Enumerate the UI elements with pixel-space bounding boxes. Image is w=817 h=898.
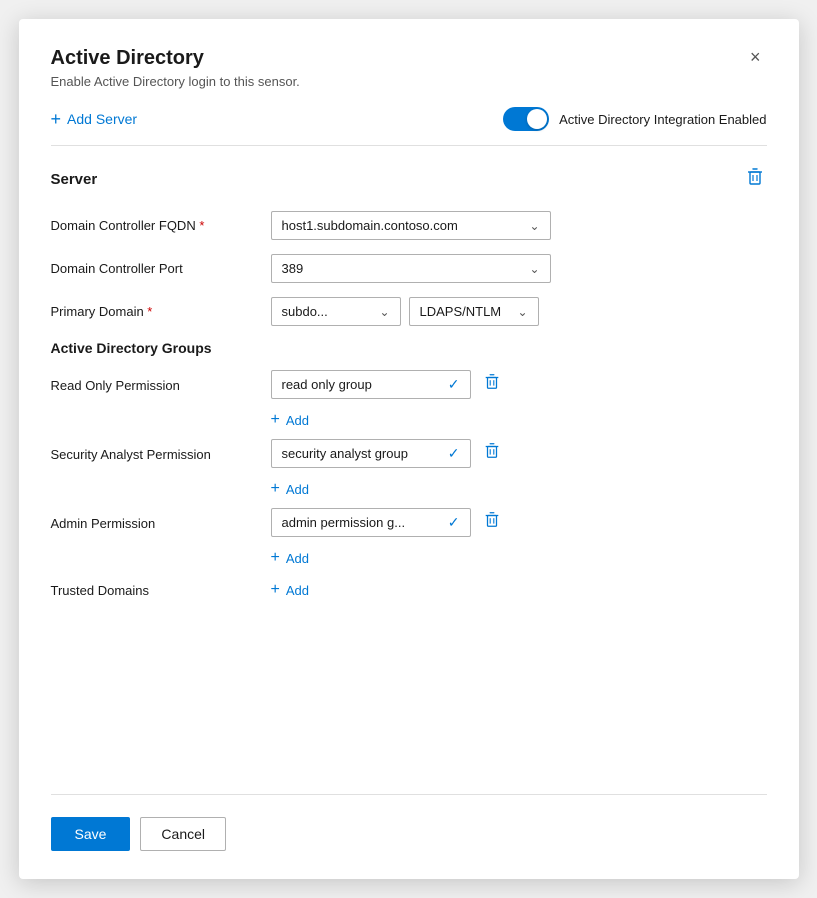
trash-icon: [483, 441, 501, 461]
add-trusted-domain-button[interactable]: + Add: [271, 577, 309, 603]
fqdn-label: Domain Controller FQDN: [51, 218, 271, 233]
auth-method-value: LDAPS/NTLM: [420, 304, 502, 319]
delete-server-button[interactable]: [743, 164, 767, 195]
add-security-analyst-label: Add: [286, 482, 309, 497]
add-security-analyst-group-button[interactable]: + Add: [271, 476, 767, 502]
active-directory-dialog: Active Directory Enable Active Directory…: [19, 19, 799, 879]
header-text: Active Directory Enable Active Directory…: [51, 47, 300, 89]
read-only-group-tag[interactable]: read only group ✓: [271, 370, 471, 399]
plus-icon: +: [51, 109, 62, 130]
add-icon: +: [271, 581, 280, 599]
fqdn-value: host1.subdomain.contoso.com: [282, 218, 458, 233]
trusted-domains-row: Trusted Domains + Add: [51, 577, 767, 603]
trash-icon: [483, 372, 501, 392]
delete-read-only-group-button[interactable]: [481, 370, 503, 399]
server-section-header: Server: [51, 164, 767, 195]
admin-group-tag[interactable]: admin permission g... ✓: [271, 508, 471, 537]
port-chevron: ⌄: [529, 262, 539, 276]
security-analyst-check-icon: ✓: [448, 445, 460, 462]
delete-security-analyst-group-button[interactable]: [481, 439, 503, 468]
primary-domain-label: Primary Domain: [51, 304, 271, 319]
primary-domain-chevron: ⌄: [379, 305, 389, 319]
trusted-domains-label: Trusted Domains: [51, 583, 271, 598]
auth-method-chevron: ⌄: [517, 305, 527, 319]
admin-group-row: admin permission g... ✓: [271, 508, 767, 537]
fqdn-chevron: ⌄: [529, 219, 539, 233]
admin-check-icon: ✓: [448, 514, 460, 531]
port-row: Domain Controller Port 389 ⌄: [51, 254, 767, 283]
toggle-area: Active Directory Integration Enabled: [503, 107, 766, 131]
primary-domain-select[interactable]: subdo... ⌄: [271, 297, 401, 326]
add-icon: +: [271, 411, 280, 429]
port-value: 389: [282, 261, 304, 276]
toggle-label: Active Directory Integration Enabled: [559, 112, 766, 127]
read-only-permission-label: Read Only Permission: [51, 370, 271, 393]
primary-domain-controls: subdo... ⌄ LDAPS/NTLM ⌄: [271, 297, 767, 326]
security-analyst-group-name: security analyst group: [282, 446, 408, 461]
cancel-button[interactable]: Cancel: [140, 817, 226, 851]
ad-groups-title: Active Directory Groups: [51, 340, 767, 356]
admin-group-name: admin permission g...: [282, 515, 406, 530]
read-only-permission-row: Read Only Permission read only group ✓: [51, 370, 767, 433]
footer: Save Cancel: [19, 795, 799, 879]
fqdn-select[interactable]: host1.subdomain.contoso.com ⌄: [271, 211, 551, 240]
read-only-group-row: read only group ✓: [271, 370, 767, 399]
server-title: Server: [51, 171, 98, 188]
content-area: Server Domain Controller FQDN host1.subd…: [19, 146, 799, 780]
admin-permission-controls: admin permission g... ✓ +: [271, 508, 767, 571]
add-server-button[interactable]: + Add Server: [51, 109, 138, 130]
security-analyst-permission-row: Security Analyst Permission security ana…: [51, 439, 767, 502]
dialog-subtitle: Enable Active Directory login to this se…: [51, 74, 300, 89]
add-admin-group-button[interactable]: + Add: [271, 545, 767, 571]
port-controls: 389 ⌄: [271, 254, 767, 283]
add-server-label: Add Server: [67, 111, 137, 127]
admin-permission-label: Admin Permission: [51, 508, 271, 531]
toggle-knob: [527, 109, 547, 129]
add-read-only-group-button[interactable]: + Add: [271, 407, 767, 433]
ad-integration-toggle[interactable]: [503, 107, 549, 131]
delete-admin-group-button[interactable]: [481, 508, 503, 537]
security-analyst-permission-controls: security analyst group ✓ +: [271, 439, 767, 502]
save-button[interactable]: Save: [51, 817, 131, 851]
add-icon: +: [271, 549, 280, 567]
close-button[interactable]: ×: [744, 45, 767, 70]
admin-permission-row: Admin Permission admin permission g... ✓: [51, 508, 767, 571]
toolbar: + Add Server Active Directory Integratio…: [19, 99, 799, 145]
add-admin-label: Add: [286, 551, 309, 566]
trash-icon: [483, 510, 501, 530]
security-analyst-group-tag[interactable]: security analyst group ✓: [271, 439, 471, 468]
add-read-only-label: Add: [286, 413, 309, 428]
read-only-group-name: read only group: [282, 377, 372, 392]
auth-method-select[interactable]: LDAPS/NTLM ⌄: [409, 297, 539, 326]
primary-domain-row: Primary Domain subdo... ⌄ LDAPS/NTLM ⌄: [51, 297, 767, 326]
primary-domain-value: subdo...: [282, 304, 328, 319]
add-trusted-domain-label: Add: [286, 583, 309, 598]
port-label: Domain Controller Port: [51, 261, 271, 276]
read-only-check-icon: ✓: [448, 376, 460, 393]
trash-icon: [745, 166, 765, 188]
dialog-header: Active Directory Enable Active Directory…: [19, 19, 799, 99]
security-analyst-group-row: security analyst group ✓: [271, 439, 767, 468]
fqdn-row: Domain Controller FQDN host1.subdomain.c…: [51, 211, 767, 240]
port-select[interactable]: 389 ⌄: [271, 254, 551, 283]
add-icon: +: [271, 480, 280, 498]
security-analyst-permission-label: Security Analyst Permission: [51, 439, 271, 462]
fqdn-controls: host1.subdomain.contoso.com ⌄: [271, 211, 767, 240]
read-only-permission-controls: read only group ✓ +: [271, 370, 767, 433]
dialog-title: Active Directory: [51, 47, 300, 70]
